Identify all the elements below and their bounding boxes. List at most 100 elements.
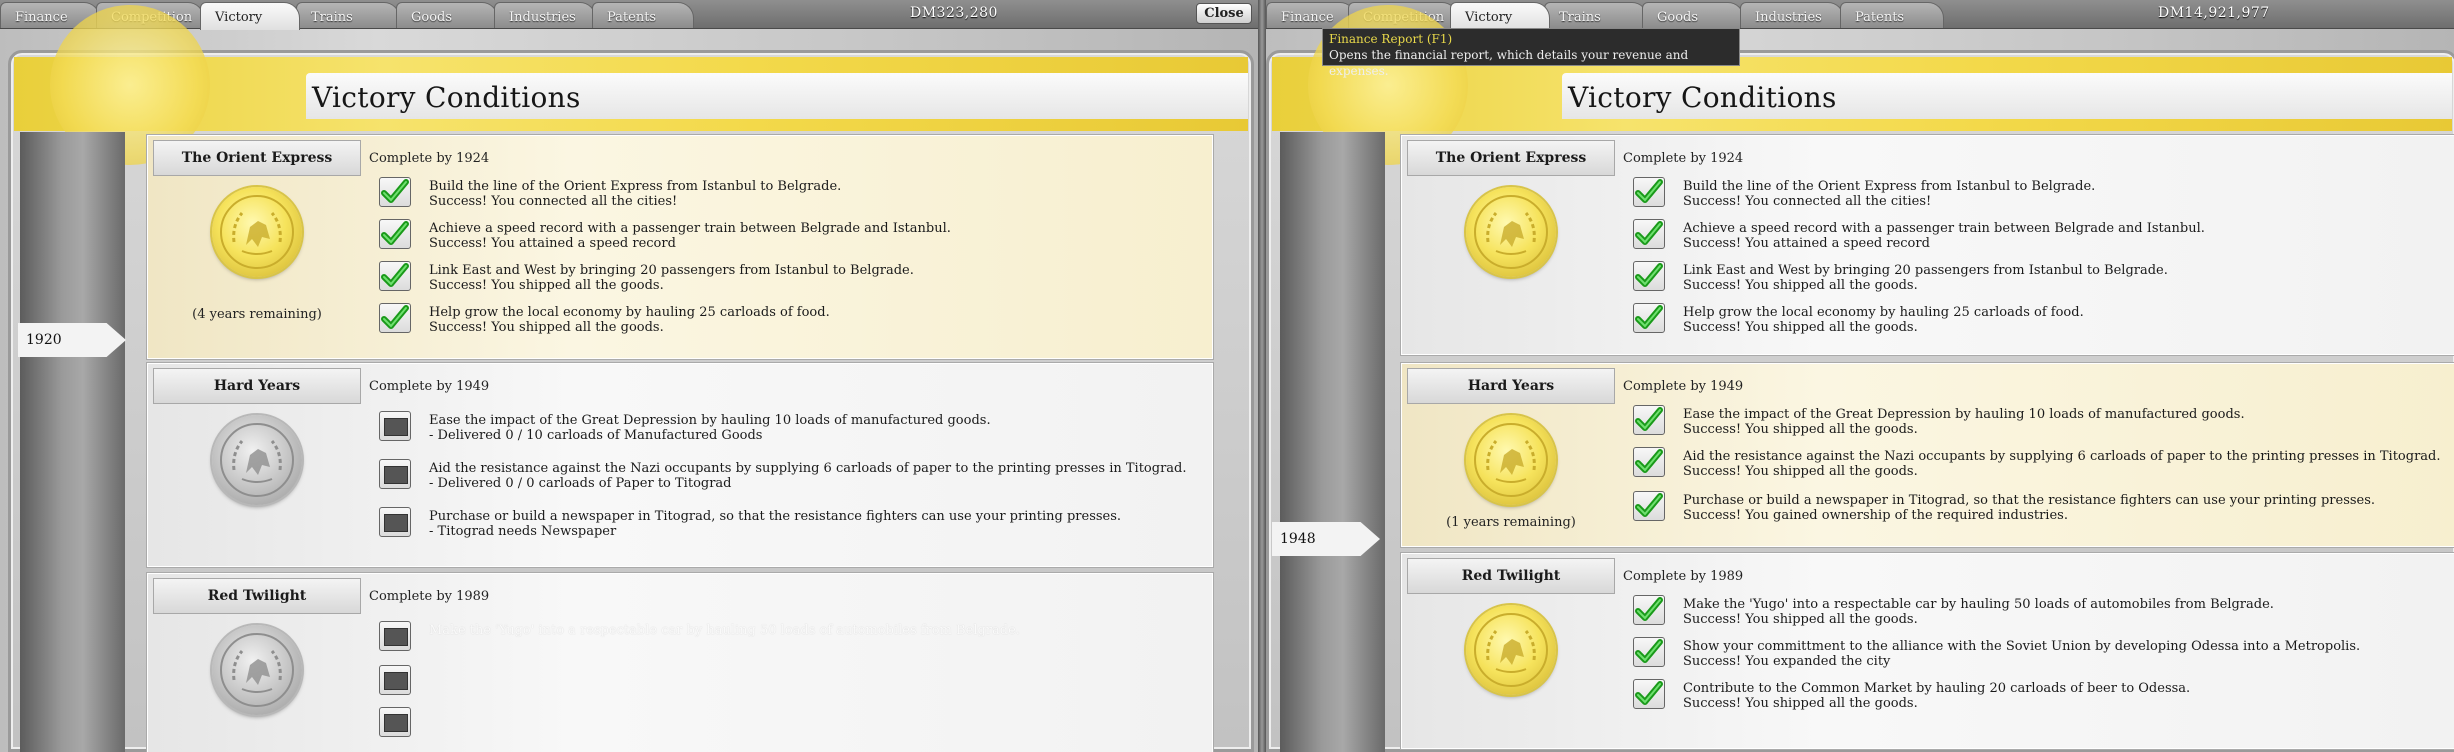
goal-status: Success! You attained a speed record <box>429 236 676 251</box>
tab-industries[interactable]: Industries <box>1740 2 1844 28</box>
goal-description: Ease the impact of the Great Depression … <box>1683 407 2245 422</box>
unchecked-box-icon <box>379 707 411 737</box>
goal-item: Link East and West by bringing 20 passen… <box>429 263 914 293</box>
tab-goods[interactable]: Goods <box>1642 2 1744 28</box>
unchecked-box-icon <box>379 411 411 441</box>
years-remaining: (4 years remaining) <box>192 307 322 322</box>
tab-goods[interactable]: Goods <box>396 2 498 28</box>
medal-icon <box>1466 605 1556 695</box>
goal-status: Success! You shipped all the goods. <box>429 320 664 335</box>
checkmark-icon <box>379 303 411 333</box>
unchecked-box-icon <box>379 507 411 537</box>
goal-status: Success! You gained ownership of the req… <box>1683 508 2068 523</box>
scenario-card: Red Twilight Complete by 1989 Make the 'Yu… <box>146 572 1214 752</box>
left-game-window: FinanceCompetitionVictoryTrainsGoodsIndu… <box>0 0 1258 752</box>
scenario-card: Hard Years Complete by 1949 Ease the impac… <box>146 362 1214 568</box>
title-box: Victory Conditions <box>1562 73 2452 119</box>
tab-bar: FinanceCompetitionVictoryTrainsGoodsIndu… <box>1266 0 2454 30</box>
checkmark-icon <box>1633 303 1665 333</box>
checkmark-icon <box>379 177 411 207</box>
medal-icon <box>212 625 302 715</box>
unchecked-box-icon <box>379 621 411 651</box>
checkmark-icon <box>379 261 411 291</box>
medal-icon <box>212 187 302 277</box>
timeline-rail <box>20 132 125 752</box>
complete-by: Complete by 1949 <box>369 379 490 394</box>
window-divider <box>1258 0 1266 752</box>
goal-item: Purchase or build a newspaper in Titogra… <box>1683 493 2375 523</box>
goal-item: Aid the resistance against the Nazi occu… <box>1683 449 2441 479</box>
tab-patents[interactable]: Patents <box>1840 2 1944 28</box>
scenario-card: Red Twilight Complete by 1989 Make the 'Yu… <box>1400 552 2454 750</box>
tab-trains[interactable]: Trains <box>296 2 400 28</box>
goal-status: Success! You shipped all the goods. <box>1683 612 1918 627</box>
complete-by: Complete by 1989 <box>369 589 490 604</box>
checkbox-inner <box>384 466 408 484</box>
goal-description: Purchase or build a newspaper in Titogra… <box>429 509 1122 524</box>
goal-item: Contribute to the Common Market by hauli… <box>1683 681 2190 711</box>
checkmark-icon <box>1633 491 1665 521</box>
tab-victory[interactable]: Victory <box>1450 2 1550 30</box>
tab-industries[interactable]: Industries <box>494 2 596 28</box>
checkbox-inner <box>384 514 408 532</box>
checkmark-icon <box>1633 679 1665 709</box>
goal-description: Help grow the local economy by hauling 2… <box>429 305 830 320</box>
unchecked-box-icon <box>379 665 411 695</box>
scenario-card: The Orient Express (4 years remaining) Com… <box>146 134 1214 360</box>
tab-patents[interactable]: Patents <box>592 2 694 28</box>
goal-status: Success! You connected all the cities! <box>429 194 678 209</box>
goal-item: Link East and West by bringing 20 passen… <box>1683 263 2168 293</box>
timeline-rail <box>1280 132 1385 752</box>
goal-description: Build the line of the Orient Express fro… <box>1683 179 2096 194</box>
goal-description: Link East and West by bringing 20 passen… <box>1683 263 2168 278</box>
complete-by: Complete by 1949 <box>1623 379 1744 394</box>
close-button[interactable]: Close <box>1196 3 1252 24</box>
checkbox-inner <box>384 628 408 646</box>
right-game-window: FinanceCompetitionVictoryTrainsGoodsIndu… <box>1266 0 2454 752</box>
goal-description: Aid the resistance against the Nazi occu… <box>429 461 1187 476</box>
tooltip-title: Finance Report (F1) <box>1329 32 1453 46</box>
unchecked-box-icon <box>379 459 411 489</box>
goal-description: Achieve a speed record with a passenger … <box>429 221 951 236</box>
tab-victory[interactable]: Victory <box>200 2 300 30</box>
goal-item: Make the 'Yugo' into a respectable car b… <box>429 623 1020 638</box>
finance-tooltip: Finance Report (F1) Opens the financial r… <box>1322 28 1740 78</box>
goal-description: Build the line of the Orient Express fro… <box>429 179 842 194</box>
goal-status: - Delivered 0 / 0 carloads of Paper to T… <box>429 476 732 491</box>
goal-status: Success! You shipped all the goods. <box>1683 464 1918 479</box>
goal-description: Link East and West by bringing 20 passen… <box>429 263 914 278</box>
years-remaining: (1 years remaining) <box>1446 515 1576 530</box>
goal-status: Success! You shipped all the goods. <box>1683 320 1918 335</box>
timeline-year-marker: 1920 <box>18 323 126 357</box>
checkmark-icon <box>1633 447 1665 477</box>
scenario-name: Red Twilight <box>1407 558 1615 594</box>
goal-item: Build the line of the Orient Express fro… <box>1683 179 2095 209</box>
scenario-name: Hard Years <box>153 368 361 404</box>
scenario-name: Red Twilight <box>153 578 361 614</box>
timeline-year-marker: 1948 <box>1272 522 1380 556</box>
goal-description: Help grow the local economy by hauling 2… <box>1683 305 2084 320</box>
goal-item: Ease the impact of the Great Depression … <box>1683 407 2245 437</box>
scenario-name: The Orient Express <box>1407 140 1615 176</box>
scenario-card: The Orient Express Complete by 1924 Build … <box>1400 134 2454 356</box>
goal-description: Aid the resistance against the Nazi occu… <box>1683 449 2441 464</box>
goal-description: Make the 'Yugo' into a respectable car b… <box>429 623 1020 638</box>
goal-description: Make the 'Yugo' into a respectable car b… <box>1683 597 2274 612</box>
tab-trains[interactable]: Trains <box>1544 2 1648 28</box>
goal-status: - Titograd needs Newspaper <box>429 524 617 539</box>
money-display: DM323,280 <box>910 5 998 21</box>
checkbox-inner <box>384 672 408 690</box>
checkmark-icon <box>1633 219 1665 249</box>
goal-status: Success! You attained a speed record <box>1683 236 1930 251</box>
tab-bar: FinanceCompetitionVictoryTrainsGoodsIndu… <box>0 0 1258 30</box>
goal-status: Success! You connected all the cities! <box>1683 194 1932 209</box>
goal-description: Achieve a speed record with a passenger … <box>1683 221 2205 236</box>
medal-icon <box>1466 415 1556 505</box>
goal-description: Contribute to the Common Market by hauli… <box>1683 681 2191 696</box>
checkmark-icon <box>1633 595 1665 625</box>
goal-status: Success! You shipped all the goods. <box>1683 422 1918 437</box>
goal-item: Help grow the local economy by hauling 2… <box>1683 305 2084 335</box>
checkbox-inner <box>384 418 408 436</box>
goal-item: Make the 'Yugo' into a respectable car b… <box>1683 597 2274 627</box>
title-box: Victory Conditions <box>306 73 1248 119</box>
